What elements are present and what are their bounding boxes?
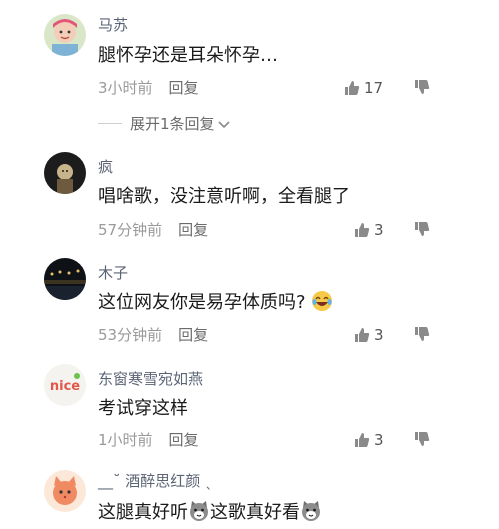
cat-face-emoji — [190, 501, 208, 521]
comment-text: 这位网友你是易孕体质吗? — [98, 290, 333, 315]
laughing-crying-emoji — [312, 291, 333, 311]
dislike-button[interactable] — [414, 326, 430, 346]
comment-meta: 1小时前 回复 — [98, 431, 199, 449]
cat-face-emoji — [302, 501, 320, 521]
comment-username[interactable]: 马苏 — [98, 16, 128, 34]
comment-time: 1小时前 — [98, 431, 153, 449]
thumbs-down-icon — [415, 432, 430, 446]
thumbs-up-icon — [355, 223, 370, 237]
username-prefix: __˘ — [98, 472, 121, 490]
reply-button[interactable]: 回复 — [169, 431, 199, 449]
comment-meta: 3小时前 回复 — [98, 79, 199, 97]
thumbs-up-icon — [355, 433, 370, 447]
dislike-button[interactable] — [414, 79, 430, 99]
comment-text: 腿怀孕还是耳朵怀孕… — [98, 45, 278, 66]
dislike-button[interactable] — [414, 221, 430, 241]
reply-button[interactable]: 回复 — [178, 326, 208, 344]
dislike-button[interactable] — [414, 431, 430, 451]
comment-username[interactable]: 疯 — [98, 158, 113, 176]
reply-button[interactable]: 回复 — [169, 79, 199, 97]
like-button[interactable]: 3 — [354, 431, 384, 449]
chevron-down-icon — [217, 120, 230, 128]
cartoon-cat-avatar[interactable] — [44, 470, 86, 512]
girl-photo-avatar[interactable] — [44, 14, 86, 56]
dark-photo-avatar[interactable] — [44, 152, 86, 194]
comment-text: 唱啥歌，没注意听啊，全看腿了 — [98, 186, 350, 207]
night-scene-avatar[interactable] — [44, 258, 86, 300]
thumbs-up-icon — [345, 81, 360, 95]
divider-line — [98, 123, 122, 124]
thumbs-up-icon — [355, 328, 370, 342]
username-suffix: ˎ — [205, 472, 213, 490]
comment-time: 3小时前 — [98, 79, 153, 97]
username-main: 酒醉思红颜 — [125, 472, 201, 490]
like-count: 3 — [374, 326, 384, 344]
like-count: 17 — [364, 79, 384, 97]
comment-text-part2: 这歌真好看 — [210, 502, 300, 523]
expand-replies-label: 展开1条回复 — [130, 115, 215, 133]
like-count: 3 — [374, 221, 384, 239]
like-button[interactable]: 17 — [344, 79, 383, 97]
comment-time: 57分钟前 — [98, 221, 163, 239]
comment-username[interactable]: 东窗寒雪宛如燕 — [98, 370, 203, 388]
comment-username[interactable]: __˘ 酒醉思红颜 ˎ — [98, 472, 213, 490]
comment-text-part1: 这腿真好听 — [98, 502, 188, 523]
reply-button[interactable]: 回复 — [178, 221, 208, 239]
avatar-logo-text: nice — [50, 379, 80, 394]
nice-logo-avatar[interactable]: nice — [44, 364, 86, 406]
comment-text-content: 这位网友你是易孕体质吗? — [98, 292, 306, 313]
comment-text: 考试穿这样 — [98, 398, 188, 419]
thumbs-down-icon — [415, 80, 430, 94]
comment-meta: 57分钟前 回复 — [98, 221, 208, 239]
like-count: 3 — [374, 431, 384, 449]
expand-replies-link[interactable]: 展开1条回复 — [98, 113, 231, 134]
like-button[interactable]: 3 — [354, 221, 384, 239]
comment-text: 这腿真好听 这歌真好看 — [98, 500, 322, 525]
thumbs-down-icon — [415, 327, 430, 341]
comment-username[interactable]: 木子 — [98, 264, 128, 282]
comment-meta: 53分钟前 回复 — [98, 326, 208, 344]
like-button[interactable]: 3 — [354, 326, 384, 344]
thumbs-down-icon — [415, 222, 430, 236]
comment-time: 53分钟前 — [98, 326, 163, 344]
